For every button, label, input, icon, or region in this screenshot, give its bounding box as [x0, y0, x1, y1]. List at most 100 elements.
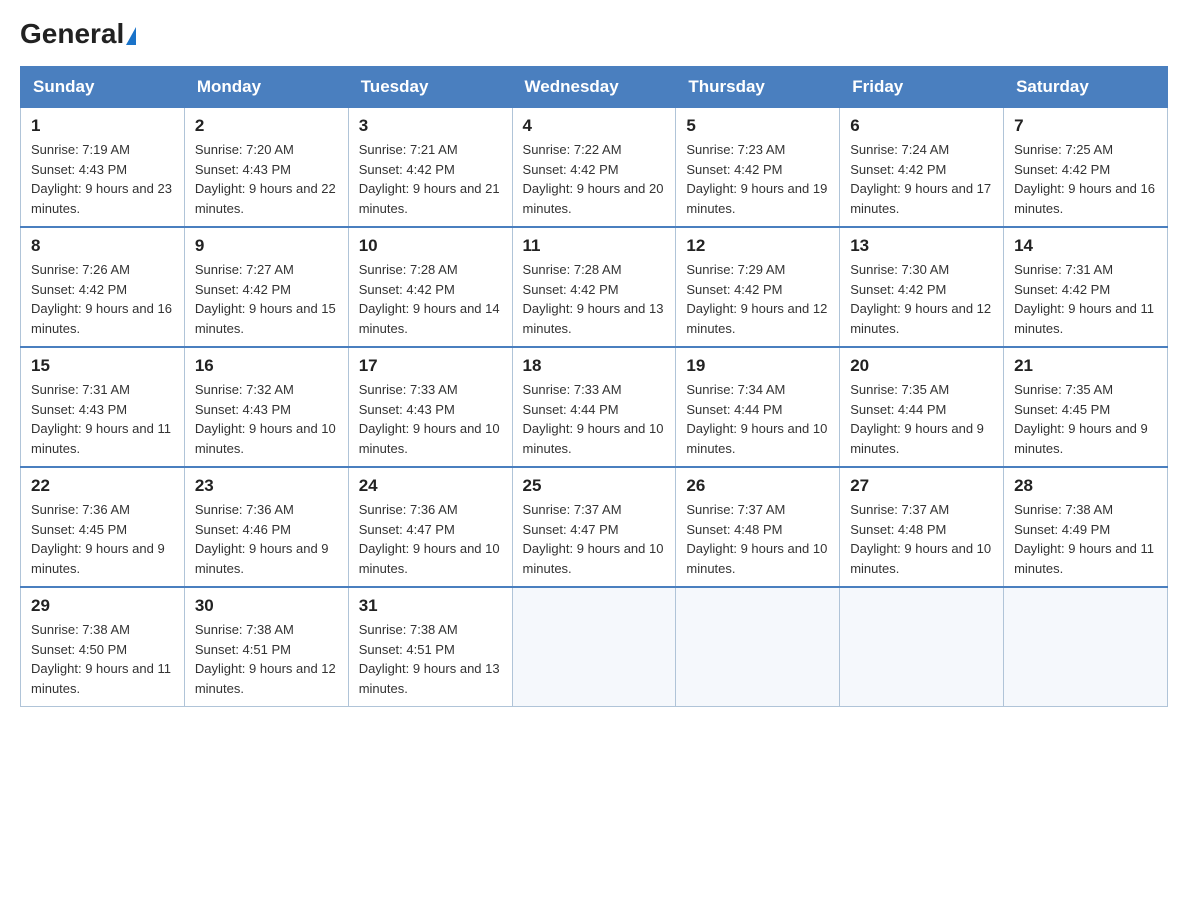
- day-number: 8: [31, 236, 174, 256]
- logo: General: [20, 20, 136, 46]
- day-number: 26: [686, 476, 829, 496]
- col-wednesday: Wednesday: [512, 67, 676, 108]
- calendar-cell: 15 Sunrise: 7:31 AMSunset: 4:43 PMDayligh…: [21, 347, 185, 467]
- day-info: Sunrise: 7:31 AMSunset: 4:43 PMDaylight:…: [31, 380, 174, 458]
- day-info: Sunrise: 7:19 AMSunset: 4:43 PMDaylight:…: [31, 140, 174, 218]
- calendar-week-row: 22 Sunrise: 7:36 AMSunset: 4:45 PMDayligh…: [21, 467, 1168, 587]
- day-info: Sunrise: 7:27 AMSunset: 4:42 PMDaylight:…: [195, 260, 338, 338]
- calendar-table: Sunday Monday Tuesday Wednesday Thursday…: [20, 66, 1168, 707]
- calendar-cell: [840, 587, 1004, 707]
- calendar-cell: 31Sunrise: 7:38 AMSunset: 4:51 PMDayligh…: [348, 587, 512, 707]
- day-number: 21: [1014, 356, 1157, 376]
- calendar-cell: 22 Sunrise: 7:36 AMSunset: 4:45 PMDayligh…: [21, 467, 185, 587]
- day-info: Sunrise: 7:32 AMSunset: 4:43 PMDaylight:…: [195, 380, 338, 458]
- calendar-cell: 10 Sunrise: 7:28 AMSunset: 4:42 PMDayligh…: [348, 227, 512, 347]
- day-info: Sunrise: 7:34 AMSunset: 4:44 PMDaylight:…: [686, 380, 829, 458]
- calendar-week-row: 15 Sunrise: 7:31 AMSunset: 4:43 PMDayligh…: [21, 347, 1168, 467]
- calendar-cell: 4 Sunrise: 7:22 AMSunset: 4:42 PMDaylight…: [512, 108, 676, 228]
- day-info: Sunrise: 7:37 AMSunset: 4:48 PMDaylight:…: [686, 500, 829, 578]
- day-info: Sunrise: 7:23 AMSunset: 4:42 PMDaylight:…: [686, 140, 829, 218]
- calendar-cell: 30Sunrise: 7:38 AMSunset: 4:51 PMDayligh…: [184, 587, 348, 707]
- day-info: Sunrise: 7:36 AMSunset: 4:46 PMDaylight:…: [195, 500, 338, 578]
- calendar-cell: 29 Sunrise: 7:38 AMSunset: 4:50 PMDayligh…: [21, 587, 185, 707]
- day-info: Sunrise: 7:38 AMSunset: 4:50 PMDaylight:…: [31, 620, 174, 698]
- day-number: 15: [31, 356, 174, 376]
- day-number: 4: [523, 116, 666, 136]
- day-number: 30: [195, 596, 338, 616]
- calendar-cell: 20 Sunrise: 7:35 AMSunset: 4:44 PMDayligh…: [840, 347, 1004, 467]
- page-header: General: [20, 20, 1168, 46]
- day-number: 27: [850, 476, 993, 496]
- day-number: 12: [686, 236, 829, 256]
- calendar-cell: 24 Sunrise: 7:36 AMSunset: 4:47 PMDayligh…: [348, 467, 512, 587]
- calendar-week-row: 8 Sunrise: 7:26 AMSunset: 4:42 PMDaylight…: [21, 227, 1168, 347]
- day-info: Sunrise: 7:36 AMSunset: 4:47 PMDaylight:…: [359, 500, 502, 578]
- day-info: Sunrise: 7:33 AMSunset: 4:44 PMDaylight:…: [523, 380, 666, 458]
- day-info: Sunrise: 7:33 AMSunset: 4:43 PMDaylight:…: [359, 380, 502, 458]
- calendar-cell: 14 Sunrise: 7:31 AMSunset: 4:42 PMDayligh…: [1004, 227, 1168, 347]
- day-info: Sunrise: 7:38 AMSunset: 4:49 PMDaylight:…: [1014, 500, 1157, 578]
- day-number: 20: [850, 356, 993, 376]
- col-monday: Monday: [184, 67, 348, 108]
- day-info: Sunrise: 7:31 AMSunset: 4:42 PMDaylight:…: [1014, 260, 1157, 338]
- day-number: 31: [359, 596, 502, 616]
- day-info: Sunrise: 7:28 AMSunset: 4:42 PMDaylight:…: [359, 260, 502, 338]
- calendar-cell: [1004, 587, 1168, 707]
- logo-main: General: [20, 20, 136, 48]
- day-info: Sunrise: 7:25 AMSunset: 4:42 PMDaylight:…: [1014, 140, 1157, 218]
- calendar-cell: 19Sunrise: 7:34 AMSunset: 4:44 PMDayligh…: [676, 347, 840, 467]
- day-info: Sunrise: 7:30 AMSunset: 4:42 PMDaylight:…: [850, 260, 993, 338]
- col-sunday: Sunday: [21, 67, 185, 108]
- day-number: 28: [1014, 476, 1157, 496]
- day-number: 14: [1014, 236, 1157, 256]
- calendar-cell: 1 Sunrise: 7:19 AMSunset: 4:43 PMDaylight…: [21, 108, 185, 228]
- day-info: Sunrise: 7:35 AMSunset: 4:44 PMDaylight:…: [850, 380, 993, 458]
- day-number: 9: [195, 236, 338, 256]
- day-info: Sunrise: 7:36 AMSunset: 4:45 PMDaylight:…: [31, 500, 174, 578]
- calendar-cell: 27Sunrise: 7:37 AMSunset: 4:48 PMDayligh…: [840, 467, 1004, 587]
- calendar-cell: 16 Sunrise: 7:32 AMSunset: 4:43 PMDayligh…: [184, 347, 348, 467]
- calendar-cell: [676, 587, 840, 707]
- day-number: 24: [359, 476, 502, 496]
- day-info: Sunrise: 7:35 AMSunset: 4:45 PMDaylight:…: [1014, 380, 1157, 458]
- day-info: Sunrise: 7:26 AMSunset: 4:42 PMDaylight:…: [31, 260, 174, 338]
- logo-triangle-icon: [126, 27, 136, 45]
- calendar-cell: 13 Sunrise: 7:30 AMSunset: 4:42 PMDayligh…: [840, 227, 1004, 347]
- day-number: 10: [359, 236, 502, 256]
- day-info: Sunrise: 7:24 AMSunset: 4:42 PMDaylight:…: [850, 140, 993, 218]
- day-number: 23: [195, 476, 338, 496]
- col-tuesday: Tuesday: [348, 67, 512, 108]
- day-info: Sunrise: 7:29 AMSunset: 4:42 PMDaylight:…: [686, 260, 829, 338]
- day-number: 17: [359, 356, 502, 376]
- col-saturday: Saturday: [1004, 67, 1168, 108]
- calendar-cell: 7 Sunrise: 7:25 AMSunset: 4:42 PMDaylight…: [1004, 108, 1168, 228]
- calendar-cell: 18 Sunrise: 7:33 AMSunset: 4:44 PMDayligh…: [512, 347, 676, 467]
- day-number: 16: [195, 356, 338, 376]
- day-info: Sunrise: 7:37 AMSunset: 4:47 PMDaylight:…: [523, 500, 666, 578]
- day-number: 7: [1014, 116, 1157, 136]
- calendar-cell: 9 Sunrise: 7:27 AMSunset: 4:42 PMDaylight…: [184, 227, 348, 347]
- day-number: 11: [523, 236, 666, 256]
- calendar-week-row: 29 Sunrise: 7:38 AMSunset: 4:50 PMDayligh…: [21, 587, 1168, 707]
- calendar-cell: 25 Sunrise: 7:37 AMSunset: 4:47 PMDayligh…: [512, 467, 676, 587]
- calendar-cell: 17 Sunrise: 7:33 AMSunset: 4:43 PMDayligh…: [348, 347, 512, 467]
- calendar-cell: 23 Sunrise: 7:36 AMSunset: 4:46 PMDayligh…: [184, 467, 348, 587]
- day-number: 13: [850, 236, 993, 256]
- day-info: Sunrise: 7:22 AMSunset: 4:42 PMDaylight:…: [523, 140, 666, 218]
- calendar-cell: 2Sunrise: 7:20 AMSunset: 4:43 PMDaylight…: [184, 108, 348, 228]
- calendar-week-row: 1 Sunrise: 7:19 AMSunset: 4:43 PMDaylight…: [21, 108, 1168, 228]
- calendar-header-row: Sunday Monday Tuesday Wednesday Thursday…: [21, 67, 1168, 108]
- day-number: 25: [523, 476, 666, 496]
- calendar-cell: 8 Sunrise: 7:26 AMSunset: 4:42 PMDaylight…: [21, 227, 185, 347]
- day-number: 22: [31, 476, 174, 496]
- day-number: 5: [686, 116, 829, 136]
- day-number: 3: [359, 116, 502, 136]
- calendar-cell: 6Sunrise: 7:24 AMSunset: 4:42 PMDaylight…: [840, 108, 1004, 228]
- col-friday: Friday: [840, 67, 1004, 108]
- day-number: 18: [523, 356, 666, 376]
- day-info: Sunrise: 7:28 AMSunset: 4:42 PMDaylight:…: [523, 260, 666, 338]
- col-thursday: Thursday: [676, 67, 840, 108]
- day-number: 1: [31, 116, 174, 136]
- calendar-cell: 26 Sunrise: 7:37 AMSunset: 4:48 PMDayligh…: [676, 467, 840, 587]
- day-number: 29: [31, 596, 174, 616]
